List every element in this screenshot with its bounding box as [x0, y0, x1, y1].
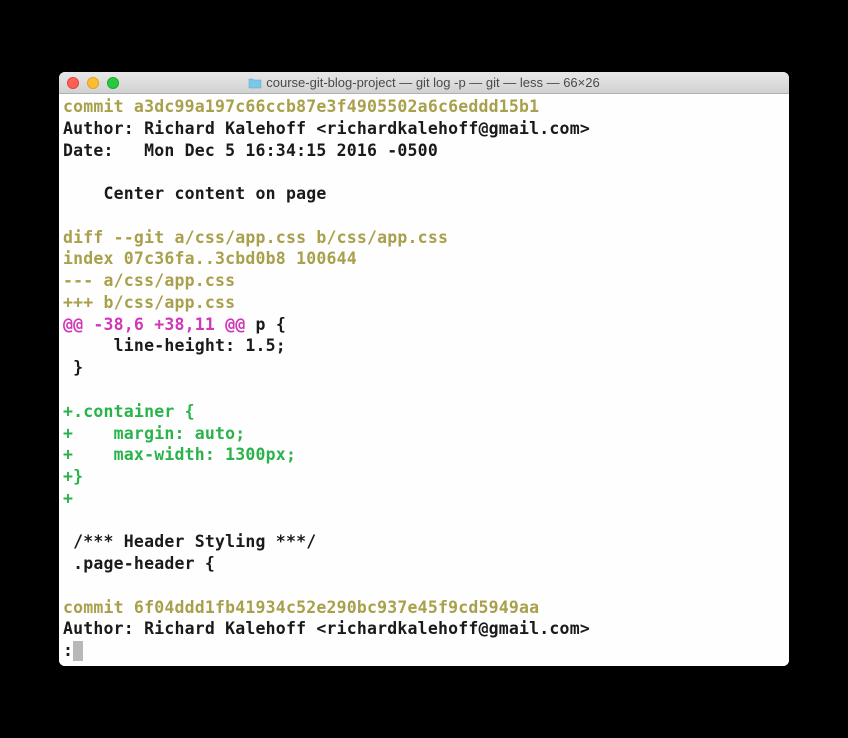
- title-container: course-git-blog-project — git log -p — g…: [248, 75, 599, 90]
- terminal-line: +++ b/css/app.css: [63, 292, 785, 314]
- terminal-line: Author: Richard Kalehoff <richardkalehof…: [63, 118, 785, 140]
- less-prompt[interactable]: :: [63, 640, 785, 662]
- terminal-line: +.container {: [63, 401, 785, 423]
- maximize-button[interactable]: [107, 77, 119, 89]
- close-button[interactable]: [67, 77, 79, 89]
- terminal-content[interactable]: commit a3dc99a197c66ccb87e3f4905502a6c6e…: [59, 94, 789, 666]
- terminal-line: /*** Header Styling ***/: [63, 531, 785, 553]
- terminal-line: @@ -38,6 +38,11 @@ p {: [63, 314, 785, 336]
- titlebar[interactable]: course-git-blog-project — git log -p — g…: [59, 72, 789, 94]
- terminal-line: Author: Richard Kalehoff <richardkalehof…: [63, 618, 785, 640]
- terminal-window: course-git-blog-project — git log -p — g…: [59, 72, 789, 666]
- terminal-line: --- a/css/app.css: [63, 270, 785, 292]
- terminal-line: Date: Mon Dec 5 16:34:15 2016 -0500: [63, 140, 785, 162]
- terminal-line: [63, 379, 785, 401]
- terminal-line: +}: [63, 466, 785, 488]
- cursor: [73, 641, 83, 661]
- window-title: course-git-blog-project — git log -p — g…: [266, 75, 599, 90]
- terminal-line: .page-header {: [63, 553, 785, 575]
- terminal-line: }: [63, 357, 785, 379]
- terminal-line: + margin: auto;: [63, 423, 785, 445]
- terminal-line: index 07c36fa..3cbd0b8 100644: [63, 248, 785, 270]
- terminal-line: [63, 575, 785, 597]
- traffic-lights: [67, 77, 119, 89]
- terminal-line: [63, 205, 785, 227]
- terminal-line: [63, 161, 785, 183]
- minimize-button[interactable]: [87, 77, 99, 89]
- prompt-char: :: [63, 640, 73, 662]
- terminal-line: +: [63, 488, 785, 510]
- terminal-line: line-height: 1.5;: [63, 335, 785, 357]
- folder-icon: [248, 77, 262, 89]
- terminal-line: + max-width: 1300px;: [63, 444, 785, 466]
- terminal-line: commit 6f04ddd1fb41934c52e290bc937e45f9c…: [63, 597, 785, 619]
- terminal-line: [63, 510, 785, 532]
- terminal-line: diff --git a/css/app.css b/css/app.css: [63, 227, 785, 249]
- terminal-line: commit a3dc99a197c66ccb87e3f4905502a6c6e…: [63, 96, 785, 118]
- terminal-line: Center content on page: [63, 183, 785, 205]
